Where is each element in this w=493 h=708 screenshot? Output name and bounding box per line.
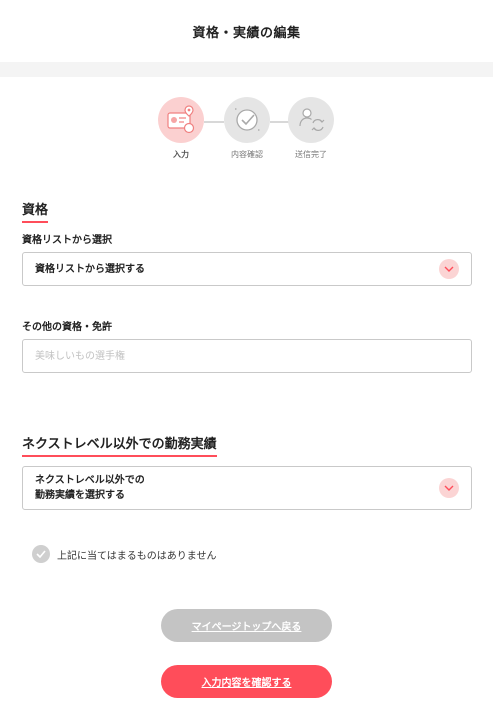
send-cycle-icon (288, 97, 334, 143)
other-qualification-input[interactable] (22, 339, 472, 373)
qualification-list-label: 資格リストから選択 (22, 235, 112, 246)
step-input: 入力 (151, 97, 211, 160)
step-label: 送信完了 (295, 150, 327, 159)
select-value-line: ネクストレベル以外での (35, 475, 145, 486)
checkmark-icon (32, 545, 50, 563)
page-title: 資格・実績の編集 (192, 25, 301, 41)
back-to-mypage-button[interactable]: マイページトップへ戻る (161, 609, 332, 642)
step-confirm: 内容確認 (217, 97, 277, 160)
step-indicator: 入力 内容確認 送信完了 (0, 97, 493, 167)
checkbox-label: 上記に当てはまるものはありません (57, 550, 217, 562)
id-card-icon (158, 97, 204, 143)
section-title-text: 資格 (22, 203, 49, 218)
chevron-down-icon (439, 259, 459, 279)
confirm-input-button[interactable]: 入力内容を確認する (161, 665, 332, 698)
qualification-list-select[interactable]: 資格リストから選択する (22, 252, 472, 286)
section-title-text: ネクストレベル以外での勤務実績 (22, 437, 217, 452)
other-qualification-label: その他の資格・免許 (22, 322, 112, 333)
select-value-line: 勤務実績を選択する (35, 490, 125, 501)
select-value: 資格リストから選択する (35, 263, 145, 275)
page-header: 資格・実績の編集 (0, 0, 493, 62)
check-badge-icon (224, 97, 270, 143)
chevron-down-icon (439, 478, 459, 498)
step-complete: 送信完了 (281, 97, 341, 160)
experience-heading: ネクストレベル以外での勤務実績 (22, 433, 217, 457)
qualification-heading: 資格 (22, 199, 49, 223)
header-divider (0, 62, 493, 77)
step-label: 内容確認 (231, 150, 263, 159)
section-underline (22, 221, 49, 223)
section-underline (22, 455, 217, 457)
select-value: ネクストレベル以外での 勤務実績を選択する (35, 473, 145, 503)
none-applicable-checkbox[interactable]: 上記に当てはまるものはありません (32, 545, 217, 563)
experience-select[interactable]: ネクストレベル以外での 勤務実績を選択する (22, 466, 472, 510)
step-label: 入力 (173, 150, 189, 159)
